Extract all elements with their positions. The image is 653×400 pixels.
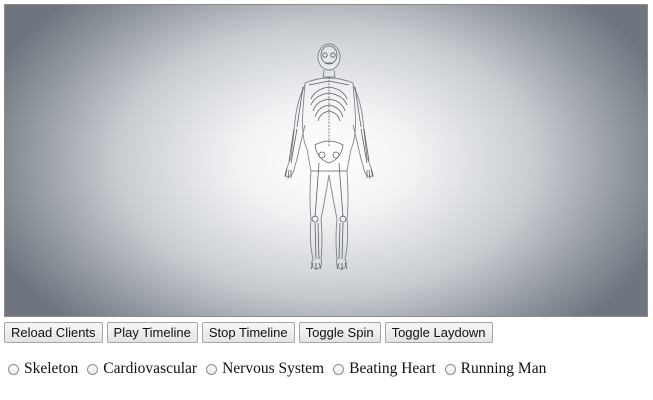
radio-button-nervous-system[interactable]: [206, 363, 218, 375]
reload-clients-button[interactable]: Reload Clients: [4, 322, 103, 343]
human-anatomy-model: [284, 43, 374, 270]
radio-label-running-man: Running Man: [460, 360, 547, 377]
model-selector: Skeleton Cardiovascular Nervous System B…: [8, 360, 555, 378]
radio-label-beating-heart: Beating Heart: [349, 360, 436, 377]
radio-beating-heart[interactable]: Beating Heart: [333, 360, 436, 378]
radio-button-running-man[interactable]: [444, 363, 456, 375]
radio-label-nervous-system: Nervous System: [222, 360, 325, 377]
radio-label-cardiovascular: Cardiovascular: [103, 360, 198, 377]
radio-cardiovascular[interactable]: Cardiovascular: [87, 360, 197, 378]
play-timeline-button[interactable]: Play Timeline: [106, 322, 198, 343]
3d-viewport[interactable]: [4, 4, 648, 317]
radio-running-man[interactable]: Running Man: [444, 360, 547, 378]
radio-skeleton[interactable]: Skeleton: [8, 360, 78, 378]
radio-button-beating-heart[interactable]: [333, 363, 345, 375]
toggle-laydown-button[interactable]: Toggle Laydown: [384, 322, 493, 343]
stop-timeline-button[interactable]: Stop Timeline: [201, 322, 295, 343]
control-buttons: Reload Clients Play Timeline Stop Timeli…: [4, 322, 493, 343]
radio-nervous-system[interactable]: Nervous System: [206, 360, 324, 378]
toggle-spin-button[interactable]: Toggle Spin: [298, 322, 381, 343]
radio-button-cardiovascular[interactable]: [87, 363, 99, 375]
radio-button-skeleton[interactable]: [8, 363, 19, 375]
radio-label-skeleton: Skeleton: [24, 360, 79, 377]
